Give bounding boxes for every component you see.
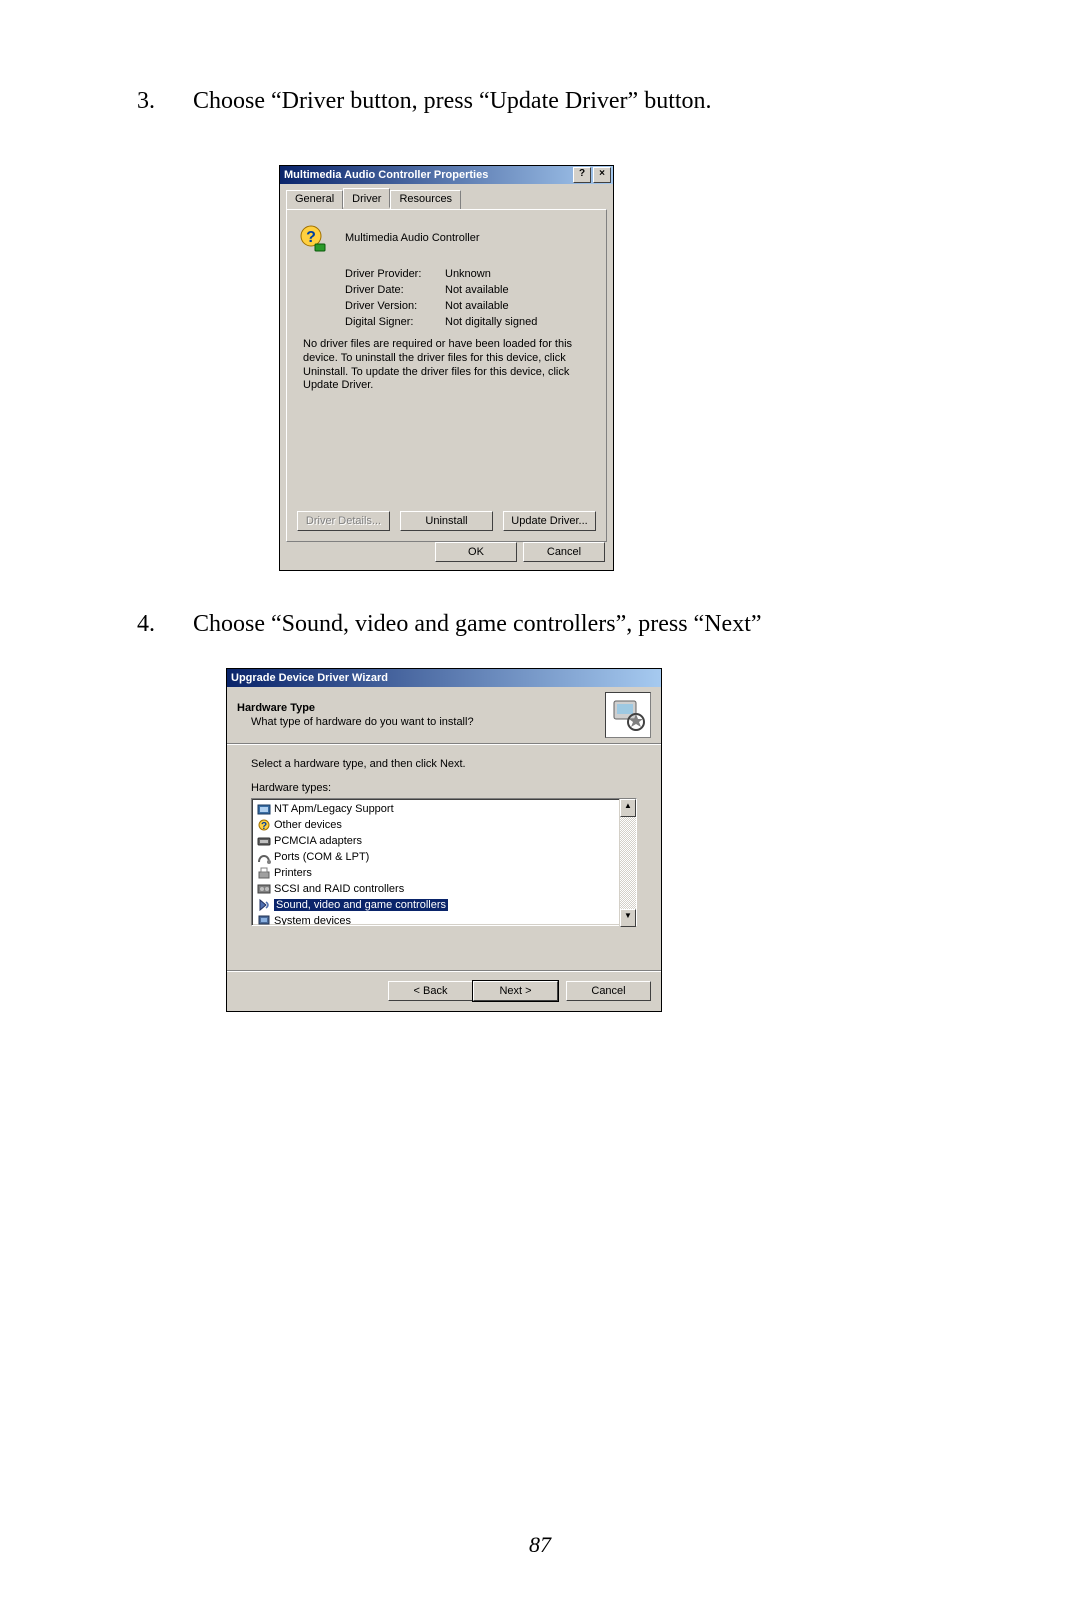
- list-item[interactable]: Printers: [254, 865, 634, 881]
- driver-button-row: Driver Details... Uninstall Update Drive…: [297, 511, 596, 531]
- update-driver-button[interactable]: Update Driver...: [503, 511, 596, 531]
- step-4-instruction: 4. Choose “Sound, video and game control…: [137, 608, 1080, 642]
- step-3-instruction: 3. Choose “Driver button, press “Update …: [137, 85, 1080, 119]
- label-driver-provider: Driver Provider:: [345, 268, 445, 280]
- cancel-button[interactable]: Cancel: [523, 542, 605, 562]
- list-item-label: SCSI and RAID controllers: [274, 883, 404, 895]
- label-driver-version: Driver Version:: [345, 300, 445, 312]
- scroll-down-icon[interactable]: ▼: [620, 909, 636, 927]
- list-item[interactable]: SCSI and RAID controllers: [254, 881, 634, 897]
- list-item-label: System devices: [274, 915, 351, 926]
- wizard-dialog: Upgrade Device Driver Wizard Hardware Ty…: [226, 668, 662, 1012]
- list-item[interactable]: System devices: [254, 913, 634, 926]
- row-driver-provider: Driver Provider: Unknown: [345, 268, 596, 280]
- value-digital-signer: Not digitally signed: [445, 316, 537, 328]
- next-button[interactable]: Next >: [473, 981, 558, 1001]
- hardware-type-icon: [256, 801, 272, 817]
- driver-info-text: No driver files are required or have bee…: [303, 338, 590, 393]
- hardware-type-icon: [256, 913, 272, 926]
- scroll-track[interactable]: [620, 817, 636, 909]
- wizard-cancel-button[interactable]: Cancel: [566, 981, 651, 1001]
- list-item-label: Sound, video and game controllers: [274, 899, 448, 911]
- list-item[interactable]: NT Apm/Legacy Support: [254, 801, 634, 817]
- wizard-header-icon: [605, 692, 651, 738]
- hardware-types-listbox[interactable]: NT Apm/Legacy Support? Other devices PCMCI…: [251, 798, 637, 926]
- close-icon[interactable]: ×: [593, 167, 611, 183]
- wizard-prompt: Select a hardware type, and then click N…: [251, 758, 637, 770]
- hardware-type-icon: ?: [256, 817, 272, 833]
- uninstall-button[interactable]: Uninstall: [400, 511, 493, 531]
- tab-resources[interactable]: Resources: [390, 190, 461, 210]
- list-item-label: Ports (COM & LPT): [274, 851, 369, 863]
- row-digital-signer: Digital Signer: Not digitally signed: [345, 316, 596, 328]
- hardware-type-icon: [256, 897, 272, 913]
- value-driver-provider: Unknown: [445, 268, 491, 280]
- label-digital-signer: Digital Signer:: [345, 316, 445, 328]
- wizard-header-title: Hardware Type: [237, 702, 605, 714]
- page-number: 87: [0, 1532, 1080, 1558]
- help-icon[interactable]: ?: [573, 167, 591, 183]
- wizard-header-subtitle: What type of hardware do you want to ins…: [251, 716, 605, 728]
- tab-driver[interactable]: Driver: [343, 188, 390, 208]
- scroll-up-icon[interactable]: ▲: [620, 799, 636, 817]
- svg-text:?: ?: [306, 229, 316, 246]
- hardware-type-icon: [256, 833, 272, 849]
- driver-details-button: Driver Details...: [297, 511, 390, 531]
- listbox-scrollbar[interactable]: ▲ ▼: [619, 799, 636, 927]
- properties-titlebar: Multimedia Audio Controller Properties ?…: [280, 166, 613, 184]
- step-4-text: Choose “Sound, video and game controller…: [193, 608, 1080, 642]
- list-item[interactable]: ? Other devices: [254, 817, 634, 833]
- ok-cancel-row: OK Cancel: [435, 542, 605, 562]
- hardware-type-icon: [256, 865, 272, 881]
- question-device-icon: ?: [297, 222, 329, 254]
- svg-text:?: ?: [261, 821, 267, 832]
- back-button[interactable]: < Back: [388, 981, 473, 1001]
- wizard-titlebar: Upgrade Device Driver Wizard: [227, 669, 661, 687]
- step-3-text: Choose “Driver button, press “Update Dri…: [193, 85, 1080, 119]
- tab-general[interactable]: General: [286, 190, 343, 210]
- properties-dialog: Multimedia Audio Controller Properties ?…: [279, 165, 614, 571]
- value-driver-date: Not available: [445, 284, 509, 296]
- row-driver-date: Driver Date: Not available: [345, 284, 596, 296]
- hardware-type-icon: [256, 849, 272, 865]
- label-driver-date: Driver Date:: [345, 284, 445, 296]
- list-item-label: Printers: [274, 867, 312, 879]
- wizard-header: Hardware Type What type of hardware do y…: [227, 687, 661, 744]
- list-item[interactable]: Sound, video and game controllers: [254, 897, 634, 913]
- value-driver-version: Not available: [445, 300, 509, 312]
- device-name: Multimedia Audio Controller: [345, 232, 480, 244]
- ok-button[interactable]: OK: [435, 542, 517, 562]
- properties-title: Multimedia Audio Controller Properties: [284, 169, 571, 181]
- list-item-label: Other devices: [274, 819, 342, 831]
- list-item[interactable]: Ports (COM & LPT): [254, 849, 634, 865]
- wizard-title: Upgrade Device Driver Wizard: [231, 672, 388, 684]
- properties-tabs: General Driver Resources: [286, 190, 613, 210]
- wizard-footer: < Back Next > Cancel: [227, 970, 661, 1011]
- hardware-types-label: Hardware types:: [251, 782, 637, 794]
- wizard-body: Select a hardware type, and then click N…: [227, 744, 661, 936]
- hardware-types-list-wrap: NT Apm/Legacy Support? Other devices PCMCI…: [251, 798, 637, 928]
- list-item-label: PCMCIA adapters: [274, 835, 362, 847]
- step-3-number: 3.: [137, 85, 193, 119]
- list-item-label: NT Apm/Legacy Support: [274, 803, 394, 815]
- hardware-type-icon: [256, 881, 272, 897]
- step-4-number: 4.: [137, 608, 193, 642]
- list-item[interactable]: PCMCIA adapters: [254, 833, 634, 849]
- row-driver-version: Driver Version: Not available: [345, 300, 596, 312]
- device-row: ? Multimedia Audio Controller: [297, 222, 596, 254]
- driver-tab-panel: ? Multimedia Audio Controller Driver Pro…: [286, 209, 607, 542]
